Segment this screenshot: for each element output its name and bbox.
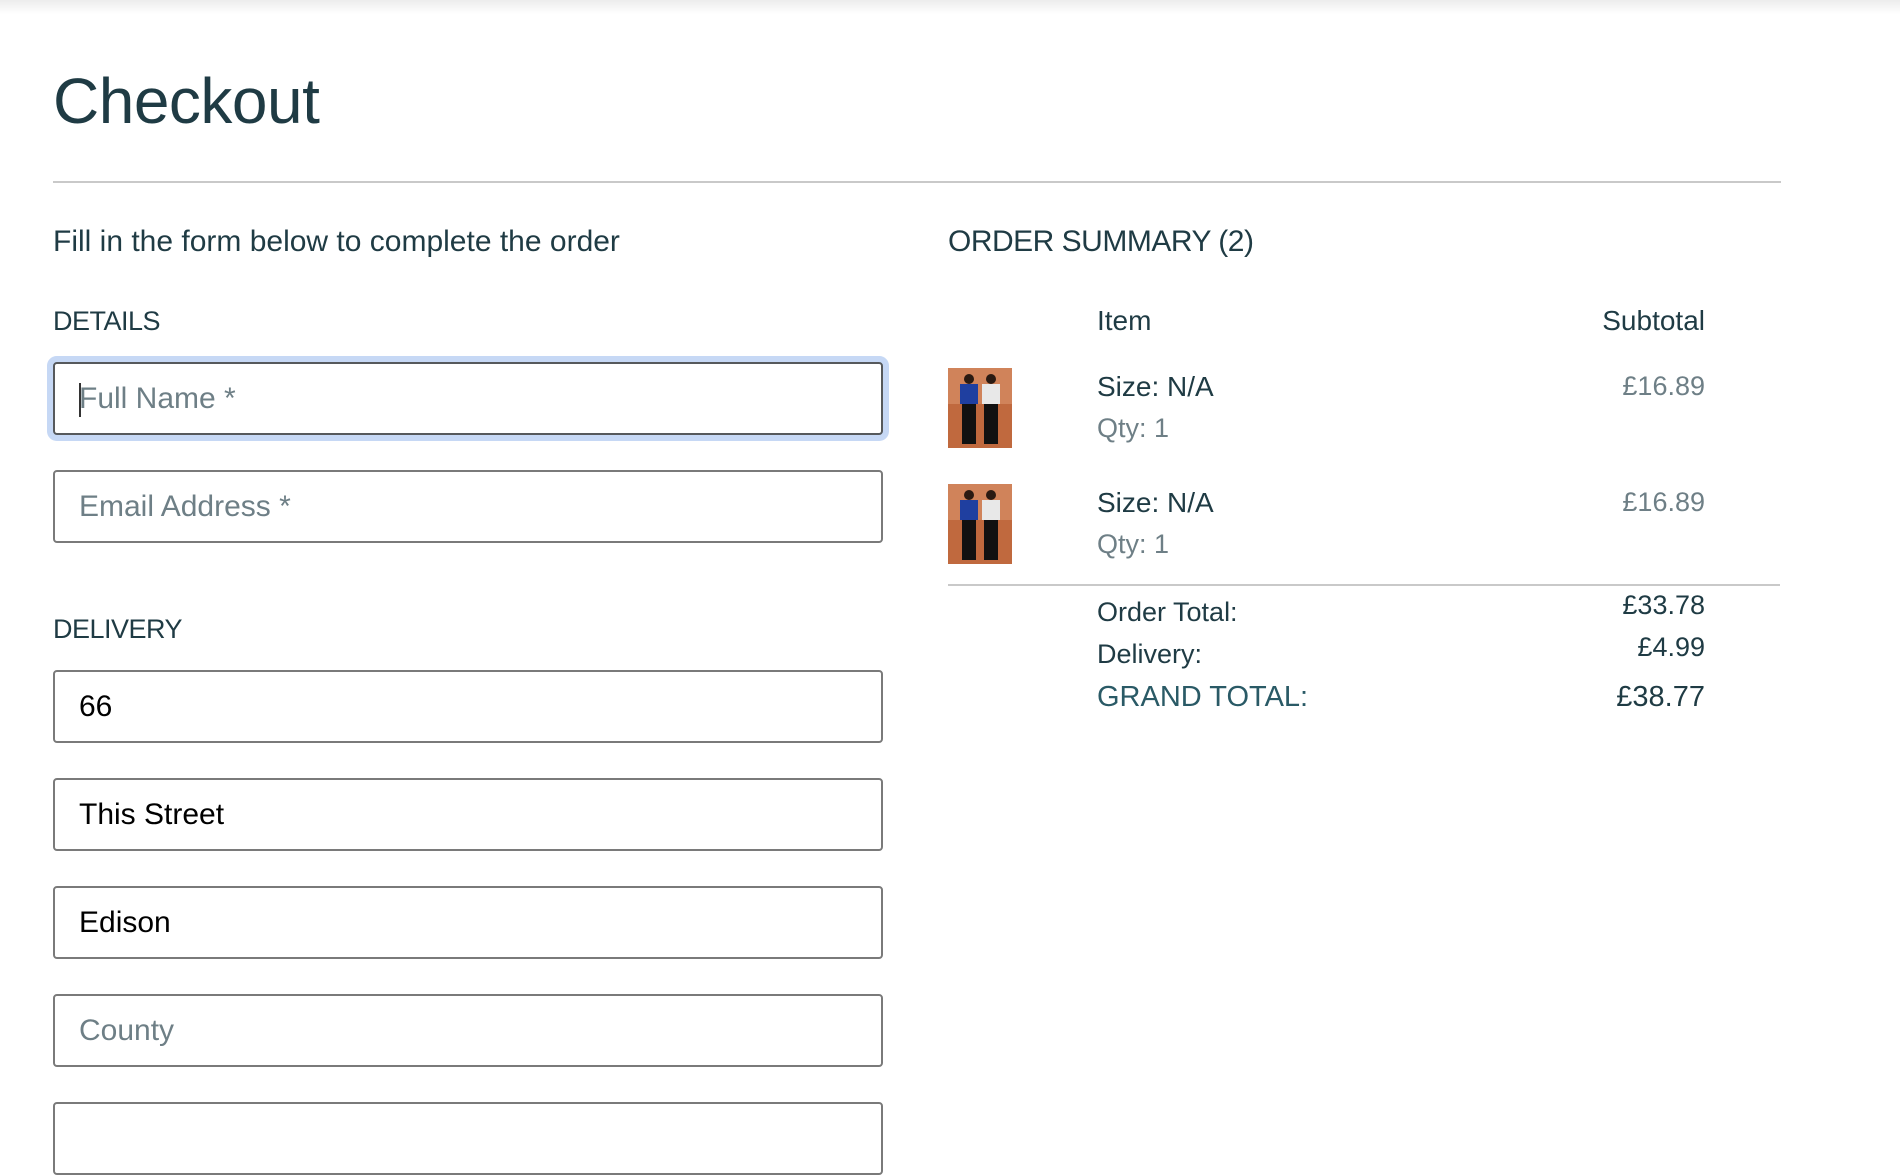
full-name-input[interactable] — [53, 362, 883, 435]
page-title: Checkout — [53, 65, 320, 137]
order-summary-heading: ORDER SUMMARY (2) — [948, 225, 1254, 258]
item-qty: Qty: 1 — [1097, 529, 1170, 559]
white-tshirt — [982, 384, 1000, 404]
thumbnail-backdrop — [948, 484, 1012, 520]
street-address-1-input[interactable] — [53, 670, 883, 743]
delivery-cost-label: Delivery: — [1097, 639, 1203, 669]
postcode-input[interactable] — [53, 1102, 883, 1175]
item-size: Size: N/A — [1097, 371, 1214, 402]
item-column-header: Item — [1097, 305, 1152, 336]
person-figure — [964, 490, 974, 500]
person-figure — [986, 374, 996, 384]
blue-tshirt — [960, 500, 978, 520]
black-trousers — [962, 520, 976, 560]
item-qty: Qty: 1 — [1097, 413, 1170, 443]
text-caret — [79, 383, 81, 417]
delivery-cost-value: £4.99 — [1637, 632, 1705, 662]
details-heading: DETAILS — [53, 306, 161, 336]
black-trousers — [984, 404, 998, 444]
product-thumbnail — [948, 368, 1012, 448]
title-divider — [53, 181, 1781, 183]
summary-divider — [948, 584, 1780, 586]
item-size: Size: N/A — [1097, 487, 1214, 518]
top-nav-shadow — [0, 0, 1900, 14]
subtotal-column-header: Subtotal — [1602, 305, 1705, 336]
item-subtotal: £16.89 — [1622, 487, 1705, 517]
county-input[interactable] — [53, 994, 883, 1067]
person-figure — [986, 490, 996, 500]
street-address-2-input[interactable] — [53, 778, 883, 851]
delivery-heading: DELIVERY — [53, 614, 183, 644]
email-address-input[interactable] — [53, 470, 883, 543]
item-subtotal: £16.89 — [1622, 371, 1705, 401]
white-tshirt — [982, 500, 1000, 520]
black-trousers — [962, 404, 976, 444]
form-intro-text: Fill in the form below to complete the o… — [53, 225, 620, 258]
thumbnail-backdrop — [948, 368, 1012, 404]
person-figure — [964, 374, 974, 384]
grand-total-value: £38.77 — [1616, 681, 1705, 713]
order-total-value: £33.78 — [1622, 590, 1705, 620]
product-thumbnail — [948, 484, 1012, 564]
order-total-label: Order Total: — [1097, 597, 1238, 627]
black-trousers — [984, 520, 998, 560]
town-city-input[interactable] — [53, 886, 883, 959]
blue-tshirt — [960, 384, 978, 404]
grand-total-label: GRAND TOTAL: — [1097, 681, 1309, 713]
